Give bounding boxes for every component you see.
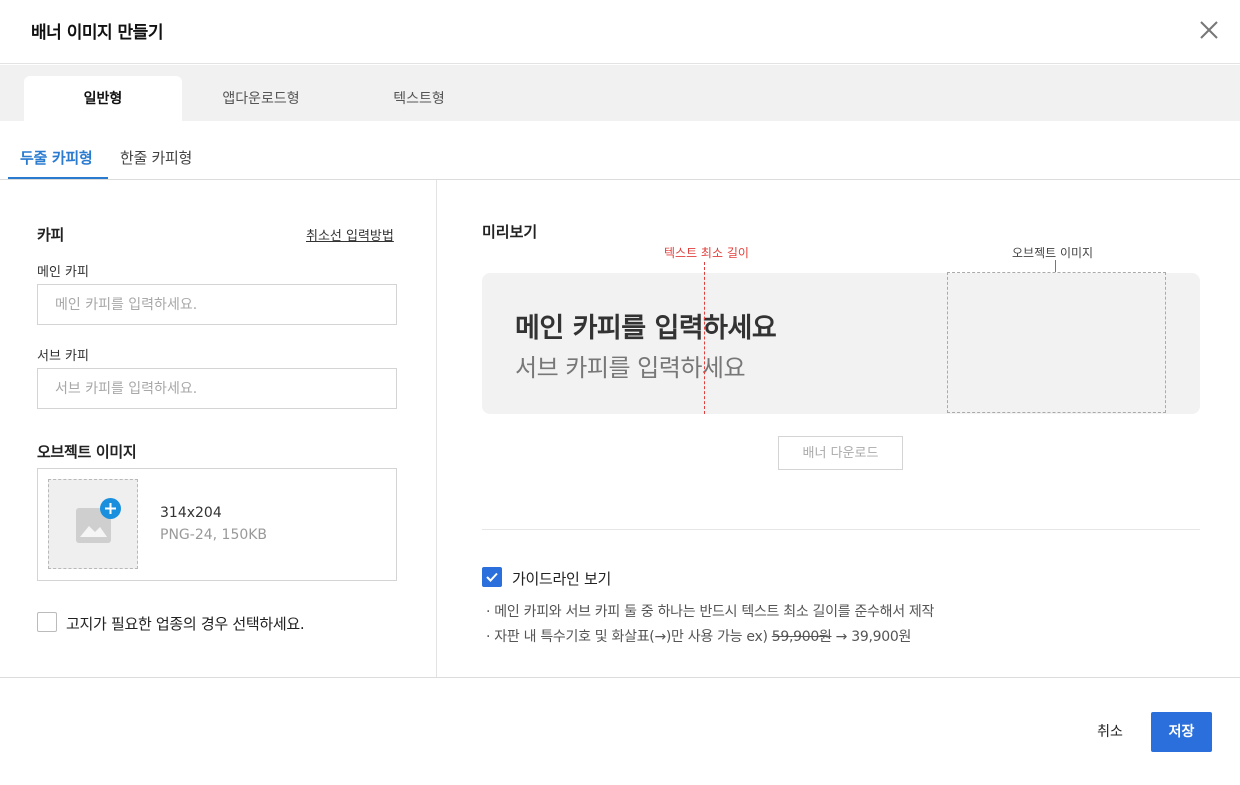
sub-copy-input[interactable] [37, 368, 397, 409]
main-copy-label: 메인 카피 [37, 265, 89, 280]
banner-main-copy: 메인 카피를 입력하세요 [515, 313, 777, 344]
subtab-bar: 두줄 카피형 한줄 카피형 [0, 121, 1240, 180]
object-image-title: 오브젝트 이미지 [37, 443, 137, 461]
copy-section-title: 카피 [37, 226, 65, 244]
sub-copy-label: 서브 카피 [37, 349, 89, 364]
plus-circle-icon [100, 498, 121, 519]
preview-title: 미리보기 [482, 223, 538, 241]
notice-checkbox-label: 고지가 필요한 업종의 경우 선택하세요. [66, 615, 305, 633]
tab-general[interactable]: 일반형 [24, 76, 182, 121]
note2-suffix: → 39,900원 [831, 629, 912, 645]
save-button[interactable]: 저장 [1151, 712, 1212, 752]
notice-checkbox[interactable] [37, 612, 57, 632]
tab-text[interactable]: 텍스트형 [340, 76, 498, 121]
note2-prefix: · 자판 내 특수기호 및 화살표(→)만 사용 가능 ex) [486, 629, 772, 645]
guideline-checkbox[interactable] [482, 567, 502, 587]
tab-bar: 일반형 앱다운로드형 텍스트형 [0, 65, 1240, 121]
guideline-checkbox-label: 가이드라인 보기 [512, 570, 611, 588]
note2-strike-price: 59,900원 [771, 629, 832, 645]
subtab-one-line[interactable]: 한줄 카피형 [120, 147, 192, 168]
object-size-text: 314x204 [160, 505, 222, 521]
guideline-note-2: · 자판 내 특수기호 및 화살표(→)만 사용 가능 ex) 59,900원 … [486, 626, 911, 646]
strikethrough-help-link[interactable]: 취소선 입력방법 [306, 225, 394, 244]
object-format-text: PNG-24, 150KB [160, 527, 268, 543]
min-length-guide-line [704, 262, 705, 414]
object-image-area [947, 272, 1166, 413]
main-copy-input[interactable] [37, 284, 397, 325]
object-guide-tick [1055, 260, 1056, 272]
dialog-title: 배너 이미지 만들기 [31, 23, 163, 43]
panel-divider [436, 180, 437, 677]
dialog-header: 배너 이미지 만들기 [0, 0, 1240, 64]
cancel-button[interactable]: 취소 [1086, 712, 1134, 752]
min-length-guide-label: 텍스트 최소 길이 [664, 246, 749, 260]
banner-download-button[interactable]: 배너 다운로드 [778, 436, 903, 470]
object-guide-label: 오브젝트 이미지 [1012, 246, 1094, 260]
object-image-box: 314x204 PNG-24, 150KB [37, 468, 397, 581]
guideline-note-1: · 메인 카피와 서브 카피 둘 중 하나는 반드시 텍스트 최소 길이를 준수… [486, 604, 935, 620]
subtab-active-indicator [8, 177, 108, 179]
footer-divider [0, 677, 1240, 678]
image-upload-button[interactable] [48, 479, 138, 569]
subtab-two-line[interactable]: 두줄 카피형 [20, 147, 93, 168]
check-icon [486, 572, 498, 582]
banner-sub-copy: 서브 카피를 입력하세요 [515, 354, 746, 382]
preview-divider [482, 529, 1200, 530]
tab-app-download[interactable]: 앱다운로드형 [182, 76, 340, 121]
close-icon[interactable] [1196, 17, 1222, 43]
